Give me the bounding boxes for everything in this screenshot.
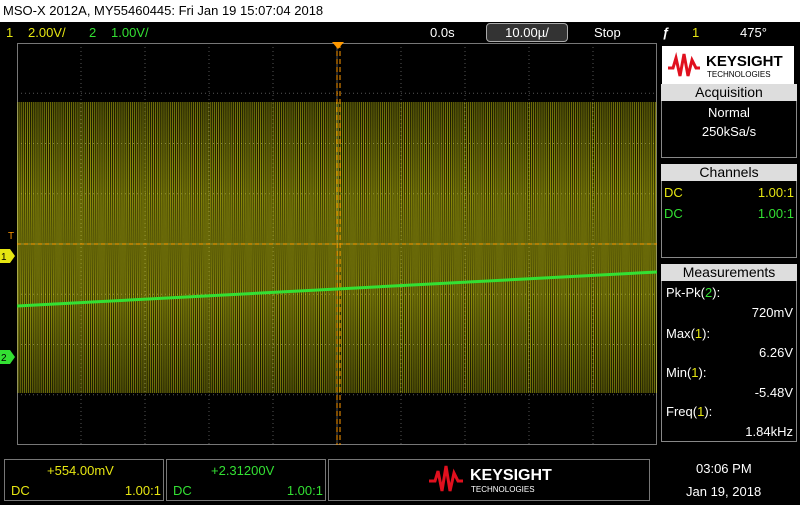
measurement-label: Freq(1):: [666, 404, 713, 419]
channels-header: Channels: [661, 164, 797, 181]
ch1-probe-ratio: 1.00:1: [757, 185, 794, 200]
measurement-label: Max(1):: [666, 326, 711, 341]
clock-date: Jan 19, 2018: [686, 484, 762, 499]
ch2-scale[interactable]: 1.00V/: [111, 22, 149, 43]
bottom-logo-brand: KEYSIGHT: [470, 467, 552, 484]
waveform-display[interactable]: [16, 42, 658, 446]
ch1-offset: +554.00mV: [47, 463, 114, 478]
run-state[interactable]: Stop: [594, 22, 621, 43]
measurement-label: Min(1):: [666, 365, 707, 380]
timebase-display[interactable]: 10.00µ/: [486, 23, 568, 42]
ch1-scale[interactable]: 2.00V/: [28, 22, 66, 43]
ground-markers: T 1 2: [0, 231, 15, 364]
logo-brand: KEYSIGHT: [706, 53, 783, 70]
ch2-offset: +2.31200V: [211, 463, 275, 478]
bottom-keysight-logo: KEYSIGHT TECHNOLOGIES: [429, 465, 552, 494]
measurement-value: 720mV: [751, 305, 793, 320]
timebase-value: 10.00µ/: [505, 25, 549, 40]
ch2-probe-ratio: 1.00:1: [757, 206, 794, 221]
ch1-softkey[interactable]: +554.00mV DC 1.00:1: [4, 459, 164, 501]
keysight-wave-icon: KEYSIGHT TECHNOLOGIES: [668, 52, 783, 79]
ch1-bottom-ratio: 1.00:1: [124, 483, 161, 498]
ch2-softkey[interactable]: +2.31200V DC 1.00:1: [166, 459, 326, 501]
ch1-number[interactable]: 1: [6, 22, 13, 43]
trigger-channel[interactable]: 1: [692, 22, 699, 43]
title-bar: MSO-X 2012A, MY55460445: Fri Jan 19 15:0…: [0, 0, 800, 22]
ch2-number[interactable]: 2: [89, 22, 96, 43]
waveform-svg: [16, 42, 658, 446]
ch2-marker-label: 2: [1, 353, 7, 364]
acquisition-header: Acquisition: [661, 84, 797, 101]
measurement-label: Pk-Pk(2):: [666, 285, 721, 300]
ch1-marker-label: 1: [1, 252, 7, 263]
trigger-edge-icon: ƒ: [662, 25, 670, 40]
measurement-value: 6.26V: [759, 345, 793, 360]
trigger-marker: T: [8, 231, 14, 242]
instrument-title: MSO-X 2012A, MY55460445: Fri Jan 19 15:0…: [3, 3, 324, 18]
clock-time: 03:06 PM: [696, 461, 752, 476]
top-status-bar: 1 2.00V/ 2 1.00V/ 0.0s Stop ƒ 1 475°: [0, 22, 800, 43]
bottom-logo-sub: TECHNOLOGIES: [471, 485, 535, 494]
bottom-logo-box: KEYSIGHT TECHNOLOGIES: [328, 459, 650, 501]
acquisition-mode: Normal: [708, 105, 750, 120]
acquisition-rate: 250kSa/s: [701, 124, 757, 139]
logo-sub: TECHNOLOGIES: [707, 70, 771, 79]
keysight-logo: KEYSIGHT TECHNOLOGIES: [662, 46, 794, 84]
ch2-bottom-ratio: 1.00:1: [286, 483, 323, 498]
trigger-level[interactable]: 475°: [740, 22, 767, 43]
measurement-value: 1.84kHz: [745, 424, 793, 439]
measurement-value: -5.48V: [754, 385, 793, 400]
time-offset[interactable]: 0.0s: [430, 22, 455, 43]
measurements-header: Measurements: [661, 264, 797, 281]
trigger-position-marker: [332, 42, 344, 49]
